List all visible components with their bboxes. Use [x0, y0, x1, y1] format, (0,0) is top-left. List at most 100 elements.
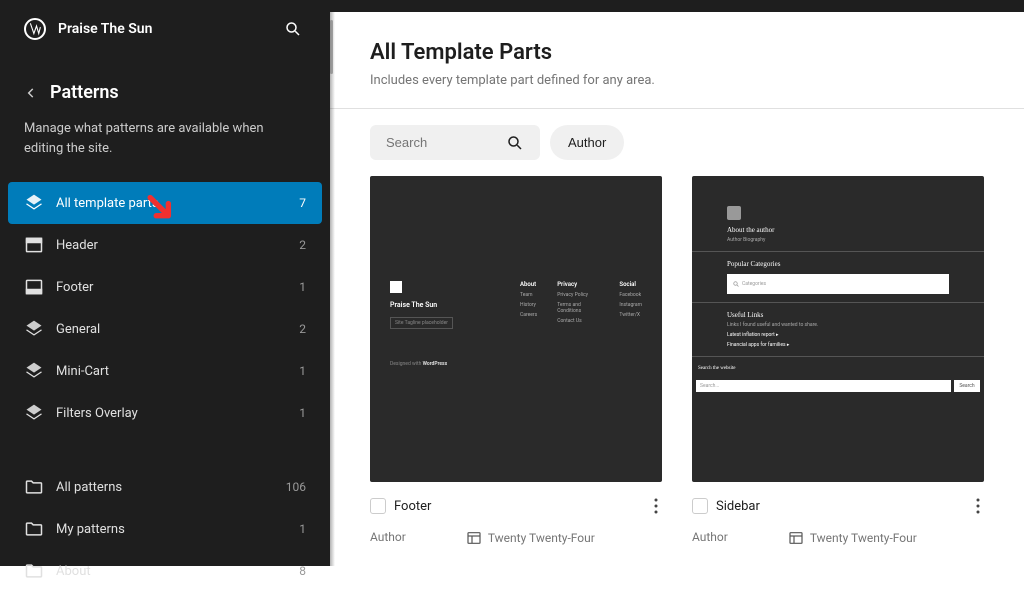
section-header: Patterns — [0, 58, 330, 111]
preview-col-item: History — [520, 302, 537, 308]
preview-col-item: Facebook — [619, 292, 642, 298]
site-identity[interactable]: Praise The Sun — [24, 18, 152, 40]
preview-col-item: Terms and Conditions — [557, 302, 599, 314]
more-vertical-icon — [976, 498, 980, 514]
sidebar-item-all-patterns[interactable]: All patterns106 — [8, 466, 322, 508]
preview-search-btn: Search — [954, 380, 980, 392]
page-subtitle: Includes every template part defined for… — [370, 73, 984, 88]
template-icon — [24, 361, 44, 381]
card-footer-row: Footer — [370, 482, 662, 530]
back-chevron-icon[interactable] — [24, 86, 38, 100]
sidebar-item-label: Mini-Cart — [56, 364, 299, 379]
preview-col-item: Team — [520, 292, 537, 298]
card-theme: Twenty Twenty-Four — [466, 530, 595, 546]
sidebar-item-mini-cart[interactable]: Mini-Cart1 — [8, 350, 322, 392]
preview-col-item: Instagram — [619, 302, 642, 308]
preview-categories-box: Categories — [727, 274, 949, 294]
preview-col-item: Twitter/X — [619, 312, 642, 318]
search-submit-button[interactable] — [502, 130, 528, 156]
section-title: Patterns — [50, 82, 119, 103]
sidebar-item-count: 2 — [299, 322, 306, 336]
toolbar: Author — [330, 109, 1024, 176]
page-title: All Template Parts — [370, 40, 984, 65]
more-vertical-icon — [654, 498, 658, 514]
preview-link: Latest inflation report — [727, 332, 949, 338]
layout-icon — [466, 530, 482, 546]
preview-footer-column: Social Facebook Instagram Twitter/X — [619, 281, 642, 324]
preview-footer-column: AboutTeamHistoryCareers — [520, 281, 537, 324]
card-actions-button[interactable] — [972, 494, 984, 518]
folder-icon — [24, 519, 44, 539]
preview-col-head: Social — [619, 281, 642, 288]
main-header: All Template Parts Includes every templa… — [330, 12, 1024, 109]
card-checkbox[interactable] — [370, 498, 386, 514]
template-card-sidebar: About the author Author Biography Popula… — [692, 176, 984, 546]
sidebar-item-label: General — [56, 322, 299, 337]
sidebar-item-footer[interactable]: Footer1 — [8, 266, 322, 308]
sidebar-item-filters-overlay[interactable]: Filters Overlay1 — [8, 392, 322, 434]
card-author-label: Author — [692, 530, 728, 546]
site-name: Praise The Sun — [58, 21, 152, 37]
layout-header-icon — [24, 235, 44, 255]
sidebar-item-all-template-parts[interactable]: All template parts7 — [8, 182, 322, 224]
sidebar-item-count: 8 — [299, 564, 306, 578]
sidebar-item-count: 7 — [299, 196, 306, 210]
author-filter-button[interactable]: Author — [550, 125, 624, 160]
search-icon — [506, 134, 524, 152]
card-footer-row: Sidebar — [692, 482, 984, 530]
sidebar-item-label: All patterns — [56, 480, 286, 495]
search-input-wrap — [370, 125, 540, 160]
template-icon — [24, 403, 44, 423]
folder-icon — [24, 477, 44, 497]
sidebar-item-label: Header — [56, 238, 299, 253]
sidebar-item-count: 106 — [286, 480, 306, 494]
sidebar: Praise The Sun Patterns Manage what patt… — [0, 0, 330, 566]
sidebar-item-general[interactable]: General2 — [8, 308, 322, 350]
sidebar-item-label: All template parts — [56, 196, 299, 211]
preview-search-heading: Search the website — [696, 363, 980, 374]
template-preview[interactable]: Praise The Sun Site Tagline placeholder … — [370, 176, 662, 482]
preview-designed-with: Designed with WordPress — [390, 361, 447, 367]
preview-link: Financial apps for families — [727, 342, 949, 348]
sidebar-item-about[interactable]: About8 — [8, 550, 322, 592]
search-icon — [733, 281, 739, 287]
scrollbar-thumb[interactable] — [330, 20, 333, 74]
preview-logo-placeholder — [390, 281, 402, 293]
card-actions-button[interactable] — [650, 494, 662, 518]
section-description: Manage what patterns are available when … — [0, 111, 330, 174]
preview-links-sub: Links I found useful and wanted to share… — [727, 322, 949, 328]
card-theme: Twenty Twenty-Four — [788, 530, 917, 546]
template-parts-nav: All template parts7Header2Footer1General… — [0, 174, 330, 442]
search-icon — [284, 20, 302, 38]
template-card-footer: Praise The Sun Site Tagline placeholder … — [370, 176, 662, 546]
search-button[interactable] — [280, 16, 306, 42]
card-checkbox[interactable] — [692, 498, 708, 514]
template-preview[interactable]: About the author Author Biography Popula… — [692, 176, 984, 482]
main-topbar — [330, 0, 1024, 12]
search-input[interactable] — [382, 125, 502, 160]
template-icon — [24, 193, 44, 213]
card-title[interactable]: Sidebar — [716, 499, 964, 514]
sidebar-item-count: 1 — [299, 522, 306, 536]
card-title[interactable]: Footer — [394, 499, 642, 514]
card-meta: Author Twenty Twenty-Four — [370, 530, 662, 546]
preview-about-heading: About the author — [727, 226, 949, 234]
template-cards: Praise The Sun Site Tagline placeholder … — [330, 176, 1024, 566]
preview-col-item: Privacy Policy — [557, 292, 599, 298]
sidebar-item-label: Footer — [56, 280, 299, 295]
preview-col-item: Careers — [520, 312, 537, 318]
layout-icon — [788, 530, 804, 546]
preview-links-heading: Useful Links — [727, 311, 949, 319]
sidebar-item-my-patterns[interactable]: My patterns1 — [8, 508, 322, 550]
wordpress-logo-icon — [24, 18, 46, 40]
preview-col-item: Contact Us — [557, 318, 599, 324]
sidebar-item-label: My patterns — [56, 522, 299, 537]
main-content: All Template Parts Includes every templa… — [330, 0, 1024, 566]
sidebar-item-count: 1 — [299, 406, 306, 420]
sidebar-item-header[interactable]: Header2 — [8, 224, 322, 266]
preview-footer-column: PrivacyPrivacy PolicyTerms and Condition… — [557, 281, 599, 324]
template-icon — [24, 319, 44, 339]
preview-avatar — [727, 206, 741, 220]
sidebar-header: Praise The Sun — [0, 0, 330, 58]
preview-tagline: Site Tagline placeholder — [390, 317, 453, 329]
